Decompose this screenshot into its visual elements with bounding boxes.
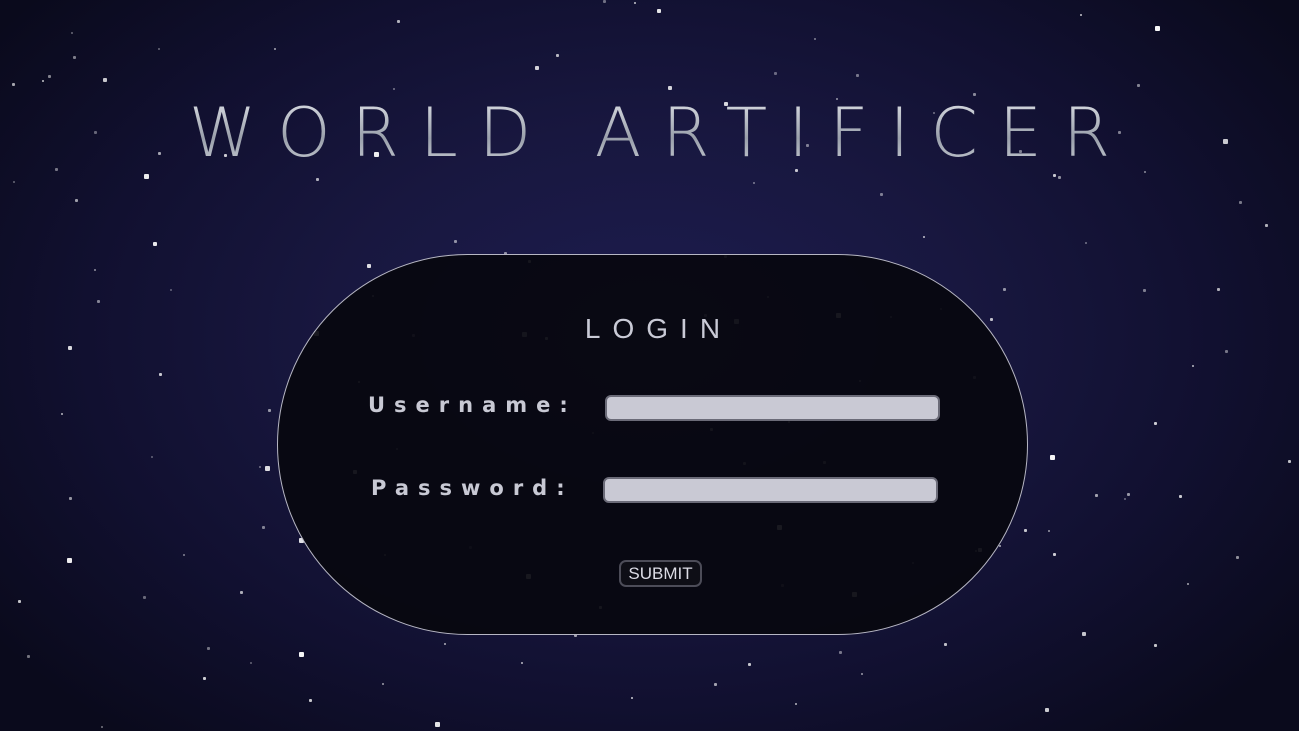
page-title: WORLD ARTIFICER [0, 92, 1299, 176]
star [1080, 14, 1082, 16]
star [1082, 632, 1086, 636]
star [101, 726, 103, 728]
star [73, 56, 76, 59]
star [75, 199, 78, 202]
login-panel: LOGIN Username: Password: SUBMIT [277, 254, 1028, 635]
star [309, 699, 312, 702]
star [1050, 455, 1055, 460]
star [143, 596, 146, 599]
star [454, 240, 457, 243]
submit-button[interactable]: SUBMIT [619, 560, 702, 587]
username-label: Username: [368, 393, 577, 417]
star [1225, 350, 1228, 353]
star [94, 269, 96, 271]
star [535, 66, 539, 70]
star [795, 703, 797, 705]
star [861, 673, 863, 675]
star [71, 32, 73, 34]
star [1124, 498, 1126, 500]
username-input[interactable] [605, 395, 940, 421]
star [1127, 493, 1130, 496]
star [1048, 530, 1050, 532]
star [1143, 289, 1146, 292]
star [48, 75, 51, 78]
star [316, 178, 319, 181]
star [856, 74, 859, 77]
star [1154, 644, 1157, 647]
star [1239, 201, 1242, 204]
star [774, 72, 777, 75]
star [203, 677, 206, 680]
star [262, 526, 265, 529]
star [159, 373, 162, 376]
star [13, 181, 15, 183]
star [1085, 242, 1087, 244]
star [158, 48, 160, 50]
star [1192, 365, 1194, 367]
star [714, 683, 717, 686]
star [27, 655, 30, 658]
star [183, 554, 185, 556]
star [207, 647, 210, 650]
star [299, 652, 304, 657]
star [923, 236, 925, 238]
star [153, 242, 157, 246]
star [12, 83, 15, 86]
star [556, 54, 559, 57]
star [103, 78, 107, 82]
star [753, 182, 755, 184]
login-heading: LOGIN [584, 313, 733, 344]
star [631, 697, 633, 699]
star [259, 466, 261, 468]
star [18, 600, 21, 603]
star [748, 663, 751, 666]
star [1265, 224, 1268, 227]
password-input[interactable] [603, 477, 938, 503]
star [1137, 84, 1140, 87]
star [1053, 553, 1056, 556]
star [382, 683, 384, 685]
star [1155, 26, 1160, 31]
password-label: Password: [371, 476, 574, 500]
star [274, 48, 276, 50]
star [839, 651, 842, 654]
star [444, 643, 446, 645]
star [367, 264, 371, 268]
star [603, 0, 606, 3]
star [393, 88, 395, 90]
star [151, 456, 153, 458]
star [1003, 288, 1006, 291]
star [1024, 529, 1027, 532]
star [1288, 460, 1291, 463]
star [42, 80, 44, 82]
star [1236, 556, 1239, 559]
star [268, 409, 271, 412]
star [1217, 288, 1220, 291]
star [69, 497, 72, 500]
star [814, 38, 816, 40]
star [999, 545, 1001, 547]
star [97, 300, 100, 303]
star [668, 86, 672, 90]
star [521, 662, 523, 664]
star [68, 346, 72, 350]
star [1179, 495, 1182, 498]
star [1187, 583, 1189, 585]
star [61, 413, 63, 415]
star [67, 558, 72, 563]
star [240, 591, 243, 594]
star [880, 193, 883, 196]
star [265, 466, 270, 471]
star [944, 643, 947, 646]
star [1154, 422, 1157, 425]
star [170, 289, 172, 291]
star [435, 722, 440, 727]
star [397, 20, 400, 23]
star [1058, 176, 1061, 179]
star [1045, 708, 1049, 712]
star [1095, 494, 1098, 497]
star [657, 9, 661, 13]
star [634, 2, 636, 4]
star [250, 662, 252, 664]
